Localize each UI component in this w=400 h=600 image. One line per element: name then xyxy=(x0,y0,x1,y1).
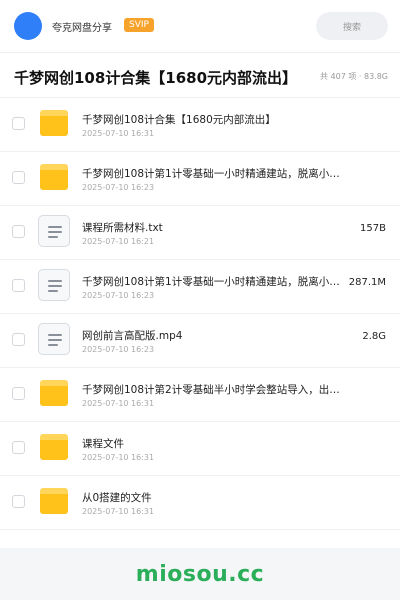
file-name: 课程所需材料.txt xyxy=(82,222,163,234)
folder-icon xyxy=(40,434,68,460)
file-date: 2025-07-10 16:31 xyxy=(82,399,155,408)
file-name: 千梦网创108计第1计零基础一小时精通建站，脱离小白，打开网创大门.mp4 xyxy=(82,276,344,288)
user-name: 夸克网盘分享 xyxy=(52,23,112,34)
list-item[interactable]: 课程所需材料.txt 2025-07-10 16:21 157B xyxy=(0,206,400,260)
folder-icon xyxy=(40,164,68,190)
select-checkbox[interactable] xyxy=(12,333,25,346)
select-checkbox[interactable] xyxy=(12,441,25,454)
file-date: 2025-07-10 16:31 xyxy=(82,129,155,138)
file-name: 千梦网创108计第1计零基础一小时精通建站，脱离小白，打开网创大门 xyxy=(82,168,350,180)
folder-icon xyxy=(40,380,68,406)
share-title: 千梦网创108计合集【1680元内部流出】 xyxy=(14,69,298,87)
select-checkbox[interactable] xyxy=(12,225,25,238)
list-item[interactable]: 课程文件 2025-07-10 16:31 xyxy=(0,422,400,476)
svip-badge: SVIP xyxy=(124,18,154,32)
file-size: 157B xyxy=(360,223,386,234)
file-size: 2.8G xyxy=(362,331,386,342)
share-title-bar: 千梦网创108计合集【1680元内部流出】 共 407 项 · 83.8G xyxy=(0,52,400,98)
file-date: 2025-07-10 16:23 xyxy=(82,291,155,300)
file-size: 287.1M xyxy=(348,277,386,288)
file-name: 从0搭建的文件 xyxy=(82,492,152,504)
select-checkbox[interactable] xyxy=(12,495,25,508)
select-checkbox[interactable] xyxy=(12,171,25,184)
file-name: 网创前言高配版.mp4 xyxy=(82,330,183,342)
site-watermark: miosou.cc xyxy=(135,562,265,587)
file-date: 2025-07-10 16:23 xyxy=(82,183,155,192)
file-date: 2025-07-10 16:23 xyxy=(82,345,155,354)
file-name: 课程文件 xyxy=(82,438,124,450)
list-item[interactable]: 网创前言高配版.mp4 2025-07-10 16:23 2.8G xyxy=(0,314,400,368)
share-meta: 共 407 项 · 83.8G xyxy=(320,72,388,81)
folder-icon xyxy=(40,110,68,136)
document-icon xyxy=(38,323,70,355)
file-date: 2025-07-10 16:31 xyxy=(82,453,155,462)
list-item[interactable]: 千梦网创108计第1计零基础一小时精通建站，脱离小白，打开网创大门.mp4 20… xyxy=(0,260,400,314)
search-button[interactable]: 搜索 xyxy=(316,12,388,40)
file-list: 千梦网创108计合集【1680元内部流出】 2025-07-10 16:31 千… xyxy=(0,98,400,548)
app-header: 夸克网盘分享 SVIP 搜索 xyxy=(0,0,400,52)
search-label: 搜索 xyxy=(342,22,361,33)
file-name: 千梦网创108计合集【1680元内部流出】 xyxy=(82,114,276,126)
select-checkbox[interactable] xyxy=(12,279,25,292)
file-date: 2025-07-10 16:31 xyxy=(82,507,155,516)
list-item[interactable]: 千梦网创108计第1计零基础一小时精通建站，脱离小白，打开网创大门 2025-0… xyxy=(0,152,400,206)
list-item[interactable]: 千梦网创108计第2计零基础半小时学会整站导入，出站即可上手操作 2025-07… xyxy=(0,368,400,422)
folder-icon xyxy=(40,488,68,514)
list-item[interactable]: 从0搭建的文件 2025-07-10 16:31 xyxy=(0,476,400,530)
document-icon xyxy=(38,269,70,301)
document-icon xyxy=(38,215,70,247)
select-checkbox[interactable] xyxy=(12,387,25,400)
select-checkbox[interactable] xyxy=(12,117,25,130)
file-date: 2025-07-10 16:21 xyxy=(82,237,155,246)
user-avatar[interactable] xyxy=(14,12,42,40)
file-name: 千梦网创108计第2计零基础半小时学会整站导入，出站即可上手操作 xyxy=(82,384,350,396)
list-item[interactable]: 千梦网创108计合集【1680元内部流出】 2025-07-10 16:31 xyxy=(0,98,400,152)
